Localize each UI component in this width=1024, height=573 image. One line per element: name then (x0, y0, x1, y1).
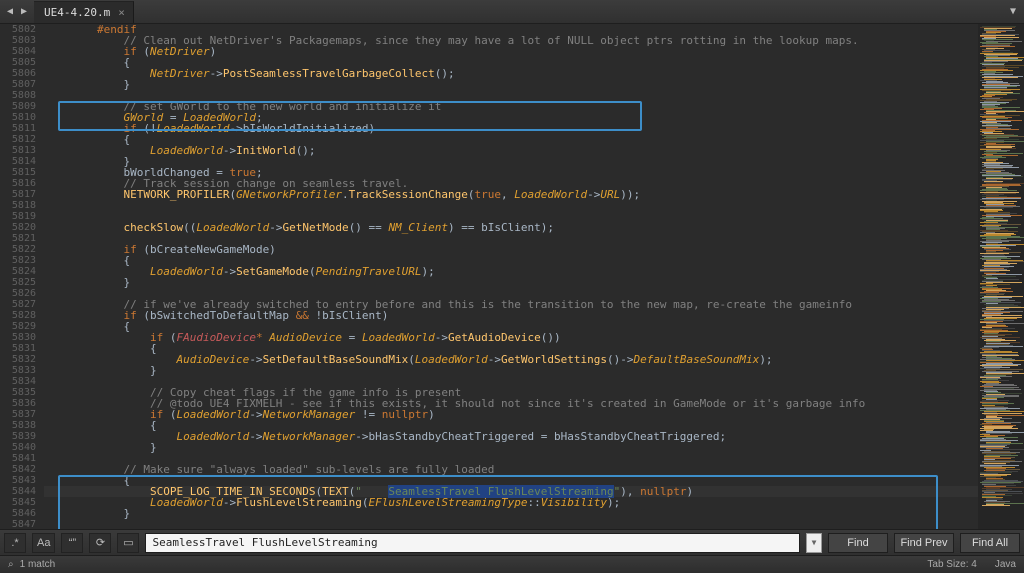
line-number: 5802 (0, 24, 36, 35)
line-number: 5813 (0, 145, 36, 156)
code-line[interactable]: // Make sure "always loaded" sub-levels … (44, 464, 978, 475)
line-number: 5834 (0, 376, 36, 387)
code-line[interactable] (44, 200, 978, 211)
find-regex-toggle[interactable]: .* (4, 533, 26, 553)
line-number: 5818 (0, 200, 36, 211)
line-number: 5830 (0, 332, 36, 343)
line-number: 5828 (0, 310, 36, 321)
line-number: 5841 (0, 453, 36, 464)
find-in-selection-toggle[interactable]: ▭ (117, 533, 139, 553)
statusbar: ⌕ 1 match Tab Size: 4 Java (0, 555, 1024, 573)
line-number: 5844 (0, 486, 36, 497)
code-line[interactable]: LoadedWorld->SetGameMode(PendingTravelUR… (44, 266, 978, 277)
find-input[interactable] (145, 533, 800, 553)
line-number: 5815 (0, 167, 36, 178)
tab-title: UE4-4.20.m (44, 6, 110, 19)
find-word-toggle[interactable]: “” (61, 533, 83, 553)
code-line[interactable]: } (44, 442, 978, 453)
code-line[interactable]: if (bSwitchedToDefaultMap && !bIsClient) (44, 310, 978, 321)
code-line[interactable]: if (NetDriver) (44, 46, 978, 57)
code-line[interactable]: } (44, 79, 978, 90)
line-number: 5847 (0, 519, 36, 529)
code-line[interactable]: LoadedWorld->InitWorld(); (44, 145, 978, 156)
code-line[interactable]: } (44, 508, 978, 519)
line-number: 5824 (0, 266, 36, 277)
status-matches: 1 match (20, 559, 56, 570)
find-all-button[interactable]: Find All (960, 533, 1020, 553)
nav-arrows: ◀ ▶ (0, 5, 34, 19)
line-number: 5806 (0, 68, 36, 79)
titlebar: ◀ ▶ UE4-4.20.m × ▼ (0, 0, 1024, 24)
code-line[interactable]: AudioDevice->SetDefaultBaseSoundMix(Load… (44, 354, 978, 365)
line-number: 5807 (0, 79, 36, 90)
line-number: 5833 (0, 365, 36, 376)
line-number: 5804 (0, 46, 36, 57)
line-number: 5843 (0, 475, 36, 486)
tab-close-icon[interactable]: × (118, 6, 125, 19)
editor[interactable]: 5802580358045805580658075808580958105811… (0, 24, 978, 529)
code-line[interactable]: if (!LoadedWorld->bIsWorldInitialized) (44, 123, 978, 134)
titlebar-menu-icon[interactable]: ▼ (1010, 6, 1024, 17)
find-button[interactable]: Find (828, 533, 888, 553)
line-number: 5839 (0, 431, 36, 442)
find-wrap-toggle[interactable]: ⟳ (89, 533, 111, 553)
code-line[interactable]: if (LoadedWorld->NetworkManager != nullp… (44, 409, 978, 420)
line-number: 5810 (0, 112, 36, 123)
line-number: 5842 (0, 464, 36, 475)
line-number: 5812 (0, 134, 36, 145)
line-number: 5835 (0, 387, 36, 398)
code-line[interactable]: checkSlow((LoadedWorld->GetNetMode() == … (44, 222, 978, 233)
line-number: 5809 (0, 101, 36, 112)
line-number: 5820 (0, 222, 36, 233)
line-number: 5825 (0, 277, 36, 288)
line-number: 5837 (0, 409, 36, 420)
find-case-toggle[interactable]: Aa (32, 533, 55, 553)
line-number: 5832 (0, 354, 36, 365)
line-number: 5823 (0, 255, 36, 266)
tab-file[interactable]: UE4-4.20.m × (34, 1, 134, 23)
line-number: 5814 (0, 156, 36, 167)
line-number: 5845 (0, 497, 36, 508)
line-number: 5831 (0, 343, 36, 354)
line-number: 5808 (0, 90, 36, 101)
line-number: 5816 (0, 178, 36, 189)
code-line[interactable]: if (FAudioDevice* AudioDevice = LoadedWo… (44, 332, 978, 343)
status-language[interactable]: Java (995, 559, 1016, 570)
line-number: 5838 (0, 420, 36, 431)
minimap[interactable] (978, 24, 1024, 529)
find-history-dropdown[interactable]: ▼ (806, 533, 822, 553)
status-search-icon[interactable]: ⌕ (8, 559, 14, 570)
line-number: 5826 (0, 288, 36, 299)
nav-forward-icon[interactable]: ▶ (18, 5, 30, 19)
line-number: 5829 (0, 321, 36, 332)
status-tabsize[interactable]: Tab Size: 4 (927, 559, 976, 570)
line-number: 5822 (0, 244, 36, 255)
line-number: 5821 (0, 233, 36, 244)
line-number: 5811 (0, 123, 36, 134)
findbar: .* Aa “” ⟳ ▭ ▼ Find Find Prev Find All (0, 529, 1024, 555)
code-line[interactable]: NETWORK_PROFILER(GNetworkProfiler.TrackS… (44, 189, 978, 200)
code-area[interactable]: #endif // Clean out NetDriver's Packagem… (44, 24, 978, 529)
line-number: 5805 (0, 57, 36, 68)
line-number: 5827 (0, 299, 36, 310)
code-line[interactable]: LoadedWorld->FlushLevelStreaming(EFlushL… (44, 497, 978, 508)
find-prev-button[interactable]: Find Prev (894, 533, 954, 553)
line-number: 5803 (0, 35, 36, 46)
line-number: 5840 (0, 442, 36, 453)
line-number: 5836 (0, 398, 36, 409)
line-number: 5817 (0, 189, 36, 200)
code-line[interactable]: } (44, 277, 978, 288)
code-line[interactable]: LoadedWorld->NetworkManager->bHasStandby… (44, 431, 978, 442)
line-number: 5846 (0, 508, 36, 519)
gutter: 5802580358045805580658075808580958105811… (0, 24, 44, 529)
code-line[interactable]: if (bCreateNewGameMode) (44, 244, 978, 255)
code-line[interactable] (44, 519, 978, 529)
nav-back-icon[interactable]: ◀ (4, 5, 16, 19)
code-line[interactable]: NetDriver->PostSeamlessTravelGarbageColl… (44, 68, 978, 79)
code-line[interactable]: } (44, 365, 978, 376)
line-number: 5819 (0, 211, 36, 222)
